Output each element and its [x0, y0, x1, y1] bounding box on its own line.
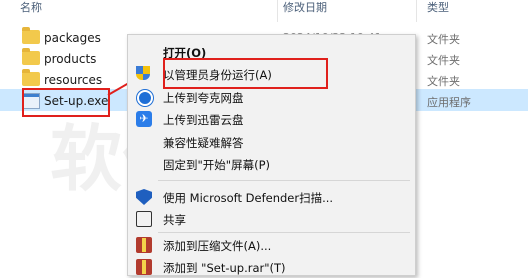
menu-item-compat-troubleshoot[interactable]: 兼容性疑难解答 — [128, 131, 415, 153]
menu-item-pin-start[interactable]: 固定到"开始"屏幕(P) — [128, 153, 415, 175]
menu-item-share[interactable]: 共享 — [128, 208, 415, 230]
column-header-name[interactable]: 名称 — [20, 0, 42, 20]
menu-item-upload-quark[interactable]: 上传到夸克网盘 — [128, 86, 415, 108]
file-name: products — [44, 52, 97, 66]
column-header-bar: 名称 修改日期 类型 — [0, 0, 528, 22]
highlight-box-menu-item — [163, 58, 328, 89]
menu-item-label: 使用 Microsoft Defender扫描... — [163, 191, 334, 205]
column-divider[interactable] — [416, 0, 417, 22]
menu-separator — [158, 232, 410, 233]
uac-shield-icon — [136, 66, 152, 82]
folder-icon — [22, 48, 40, 65]
menu-item-label: 共享 — [163, 213, 186, 227]
file-name: resources — [44, 73, 103, 87]
column-header-type[interactable]: 类型 — [427, 0, 449, 20]
folder-icon — [22, 69, 40, 86]
file-type: 文件夹 — [427, 75, 460, 88]
folder-icon — [22, 27, 40, 44]
highlight-box-file — [22, 88, 110, 117]
column-header-date[interactable]: 修改日期 — [283, 0, 327, 20]
column-divider[interactable] — [277, 0, 278, 22]
menu-item-label: 兼容性疑难解答 — [163, 136, 244, 150]
winrar-icon — [136, 259, 152, 275]
winrar-icon — [136, 237, 152, 253]
menu-item-label: 上传到迅雷云盘 — [163, 113, 244, 127]
defender-icon — [136, 189, 152, 205]
file-type: 应用程序 — [427, 96, 471, 109]
menu-item-label: 添加到压缩文件(A)... — [163, 239, 272, 253]
menu-item-upload-xunlei[interactable]: ✈ 上传到迅雷云盘 — [128, 108, 415, 130]
menu-item-label: 上传到夸克网盘 — [163, 91, 244, 105]
file-type: 文件夹 — [427, 33, 460, 46]
file-type: 文件夹 — [427, 54, 460, 67]
file-name: packages — [44, 31, 101, 45]
menu-item-defender-scan[interactable]: 使用 Microsoft Defender扫描... — [128, 186, 415, 208]
menu-item-add-archive[interactable]: 添加到压缩文件(A)... — [128, 234, 415, 256]
quark-icon — [136, 89, 153, 106]
menu-item-add-setup-rar[interactable]: 添加到 "Set-up.rar"(T) — [128, 256, 415, 278]
share-icon — [136, 211, 152, 227]
menu-item-label: 固定到"开始"屏幕(P) — [163, 158, 270, 172]
xunlei-icon: ✈ — [136, 111, 152, 127]
menu-item-label: 添加到 "Set-up.rar"(T) — [163, 261, 286, 275]
menu-separator — [158, 180, 410, 181]
